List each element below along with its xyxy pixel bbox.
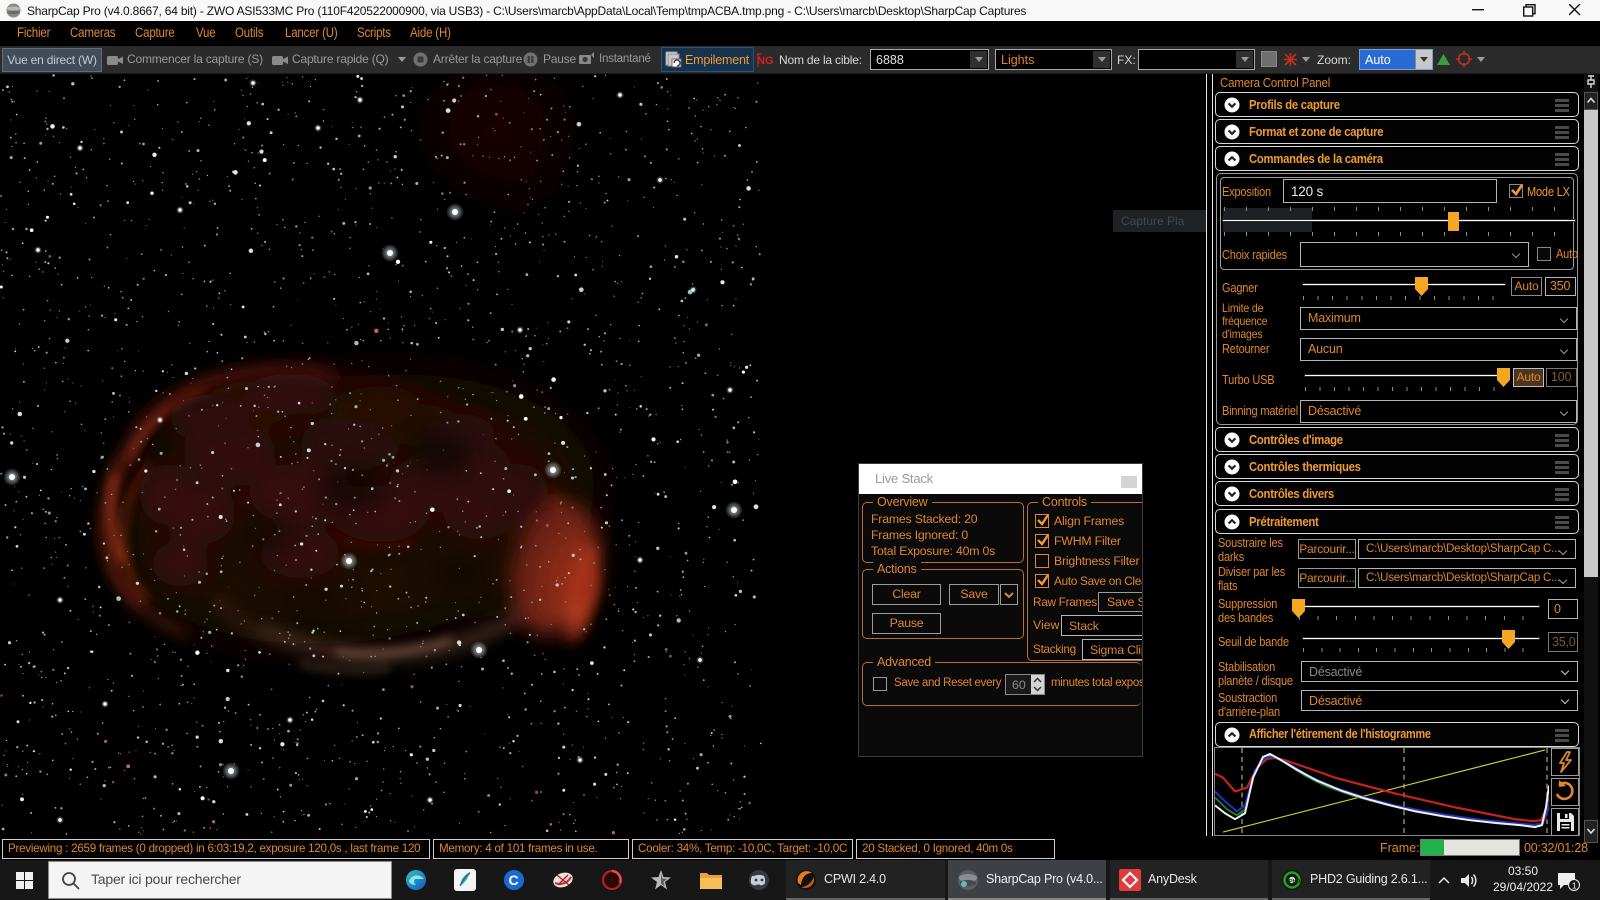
svg-text:PHD: PHD xyxy=(1289,879,1301,885)
svg-text:1: 1 xyxy=(1572,882,1577,891)
svg-text:NG: NG xyxy=(757,55,773,67)
svg-text:C: C xyxy=(509,872,519,888)
